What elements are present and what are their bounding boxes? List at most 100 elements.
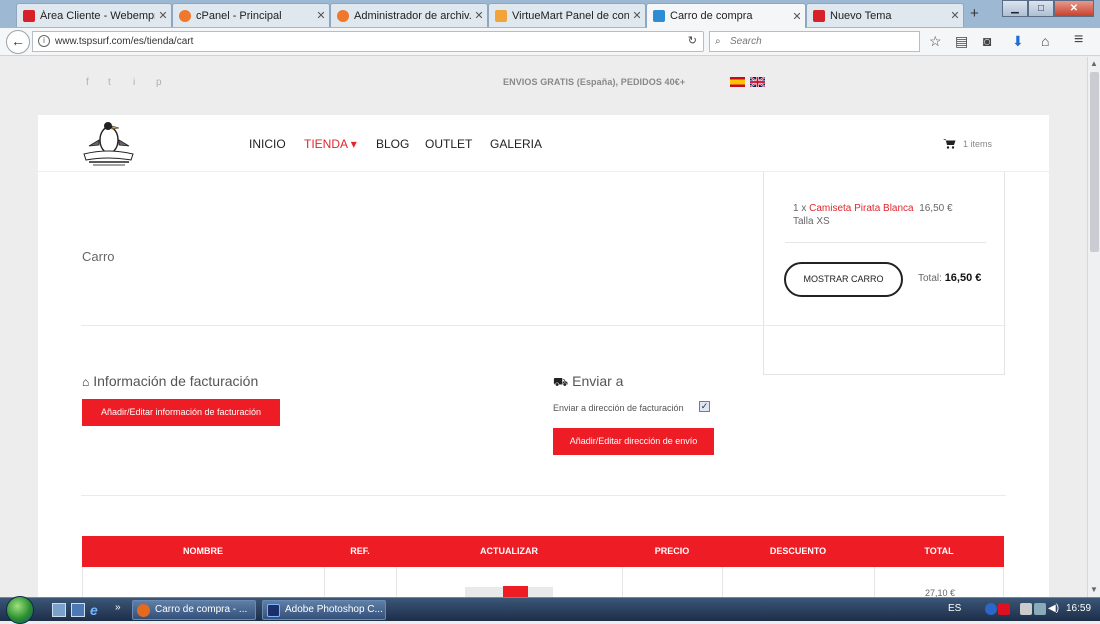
divider xyxy=(81,325,1006,326)
close-tab-icon[interactable]: ✕ xyxy=(789,10,805,23)
browser-tab-active[interactable]: Carro de compra ✕ xyxy=(646,3,806,28)
site-info-icon[interactable]: i xyxy=(38,35,50,47)
network-status-icon[interactable] xyxy=(985,603,997,615)
spain-flag-icon[interactable] xyxy=(730,77,745,87)
column-header: NOMBRE xyxy=(183,546,223,556)
navigation-toolbar: ← i www.tspsurf.com/es/tienda/cart ↻ ⌕ S… xyxy=(0,28,1100,56)
browser-tab[interactable]: cPanel - Principal ✕ xyxy=(172,3,330,27)
language-indicator[interactable]: ES xyxy=(948,603,961,614)
billing-heading: ⌂ Información de facturación xyxy=(82,373,259,389)
cart-count[interactable]: 1 items xyxy=(963,139,992,149)
edit-billing-button[interactable]: Añadir/Editar información de facturación xyxy=(82,399,280,426)
instagram-icon[interactable]: i xyxy=(133,77,135,88)
start-button[interactable] xyxy=(6,596,34,624)
minimize-icon[interactable]: ▁ xyxy=(1002,0,1028,17)
home-icon[interactable]: ⌂ xyxy=(1041,33,1049,49)
home-icon: ⌂ xyxy=(82,375,90,389)
nav-outlet[interactable]: OUTLET xyxy=(425,137,472,151)
top-strip: f t i p ENVIOS GRATIS (España), PEDIDOS … xyxy=(0,57,1087,115)
scroll-up-icon[interactable]: ▲ xyxy=(1090,59,1098,68)
ship-to-billing-label: Enviar a dirección de facturación xyxy=(553,403,684,413)
mini-cart-qty: 1 x xyxy=(793,203,807,214)
twitter-icon[interactable]: t xyxy=(108,77,111,88)
cell-update xyxy=(396,567,622,597)
scrollbar-thumb[interactable] xyxy=(1090,72,1099,252)
back-button[interactable]: ← xyxy=(6,30,30,54)
cart-table-header: NOMBRE REF. ACTUALIZAR PRECIO DESCUENTO … xyxy=(82,536,1004,567)
mini-cart-dropdown: 1 x Camiseta Pirata Blanca 16,50 € Talla… xyxy=(763,172,1005,375)
close-tab-icon[interactable]: ✕ xyxy=(629,9,645,22)
uk-flag-icon[interactable] xyxy=(750,77,765,87)
close-tab-icon[interactable]: ✕ xyxy=(313,9,329,22)
column-header: DESCUENTO xyxy=(769,546,827,556)
maximize-icon[interactable]: □ xyxy=(1028,0,1054,17)
cpanel-favicon-icon xyxy=(337,9,349,22)
nav-blog[interactable]: BLOG xyxy=(376,137,409,151)
column-header: REF. xyxy=(350,546,370,556)
mini-cart-price: 16,50 € xyxy=(919,203,953,214)
taskbar-photoshop-button[interactable]: Adobe Photoshop C... xyxy=(262,600,386,620)
show-cart-button[interactable]: MOSTRAR CARRO xyxy=(784,262,903,297)
nav-tienda[interactable]: TIENDA ▾ xyxy=(304,137,357,151)
back-arrow-icon: ← xyxy=(11,33,25,49)
scroll-down-icon[interactable]: ▼ xyxy=(1090,585,1098,594)
menu-icon[interactable]: ≡ xyxy=(1074,31,1083,49)
nav-galeria[interactable]: GALERIA xyxy=(490,137,542,151)
nav-inicio[interactable]: INICIO xyxy=(249,137,286,151)
reload-icon[interactable]: ↻ xyxy=(688,32,697,51)
browser-tab[interactable]: VirtueMart Panel de con... ✕ xyxy=(488,3,646,27)
url-text: www.tspsurf.com/es/tienda/cart xyxy=(55,36,194,47)
ship-to-billing-checkbox[interactable]: ✓ xyxy=(699,401,710,412)
edit-shipping-button[interactable]: Añadir/Editar dirección de envío xyxy=(553,428,714,455)
browser-tab[interactable]: Administrador de archiv... ✕ xyxy=(330,3,488,27)
network-icon[interactable] xyxy=(1034,603,1046,615)
browser-tab[interactable]: Área Cliente - Webempr... ✕ xyxy=(16,3,172,27)
browser-tab[interactable]: Nuevo Tema ✕ xyxy=(806,3,964,27)
cell-ref xyxy=(324,567,396,597)
update-quantity-button[interactable] xyxy=(503,586,528,597)
firefox-icon xyxy=(137,604,150,617)
page-title: Carro xyxy=(82,249,115,264)
mini-cart-total: Total: 16,50 € xyxy=(918,272,982,284)
usb-icon[interactable] xyxy=(1020,603,1032,615)
close-tab-icon[interactable]: ✕ xyxy=(947,9,963,22)
close-tab-icon[interactable]: ✕ xyxy=(155,9,171,22)
pinterest-icon[interactable]: p xyxy=(156,77,162,88)
more-quicklaunch-icon[interactable]: » xyxy=(115,603,129,617)
internet-explorer-icon[interactable]: e xyxy=(90,603,104,617)
volume-icon[interactable]: ◀) xyxy=(1048,603,1060,615)
facebook-icon[interactable]: f xyxy=(86,77,89,88)
shipping-banner: ENVIOS GRATIS (España), PEDIDOS 40€+ xyxy=(503,77,686,87)
download-icon[interactable]: ⬇ xyxy=(1012,33,1024,50)
cell-name xyxy=(82,567,324,597)
url-bar[interactable]: i www.tspsurf.com/es/tienda/cart ↻ xyxy=(32,31,704,52)
show-desktop-icon[interactable] xyxy=(52,603,66,617)
pocket-icon[interactable]: ◙ xyxy=(983,33,991,49)
clock[interactable]: 16:59 xyxy=(1066,603,1091,614)
mini-cart-size: Talla XS xyxy=(793,216,830,227)
table-row: 27,10 € xyxy=(82,567,1004,597)
star-icon[interactable]: ☆ xyxy=(929,33,942,50)
cpanel-favicon-icon xyxy=(179,9,191,22)
taskbar-firefox-button[interactable]: Carro de compra - ... xyxy=(132,600,256,620)
cart-table: NOMBRE REF. ACTUALIZAR PRECIO DESCUENTO … xyxy=(82,536,1004,597)
security-alert-icon[interactable] xyxy=(998,603,1010,615)
close-window-icon[interactable]: ✕ xyxy=(1054,0,1094,17)
mini-cart-item: 1 x Camiseta Pirata Blanca 16,50 € xyxy=(793,203,998,214)
divider xyxy=(81,495,1006,496)
divider xyxy=(785,242,986,243)
virtuemart-favicon-icon xyxy=(495,9,507,22)
page-scrollbar[interactable]: ▲ ▼ xyxy=(1087,57,1100,597)
close-tab-icon[interactable]: ✕ xyxy=(471,9,487,22)
new-tab-button[interactable]: + xyxy=(970,5,979,22)
explorer-icon[interactable] xyxy=(71,603,85,617)
mini-cart-product-link[interactable]: Camiseta Pirata Blanca xyxy=(809,203,914,214)
content-card: INICIO TIENDA ▾ BLOG OUTLET GALERIA 1 it… xyxy=(38,115,1049,597)
search-input[interactable]: ⌕ Search xyxy=(709,31,920,52)
site-logo[interactable] xyxy=(81,118,136,170)
site-header: INICIO TIENDA ▾ BLOG OUTLET GALERIA 1 it… xyxy=(38,115,1049,172)
cell-discount xyxy=(722,567,874,597)
reading-list-icon[interactable]: ▤ xyxy=(955,33,968,50)
webempresa-favicon-icon xyxy=(813,9,825,22)
cart-icon[interactable] xyxy=(943,138,956,152)
